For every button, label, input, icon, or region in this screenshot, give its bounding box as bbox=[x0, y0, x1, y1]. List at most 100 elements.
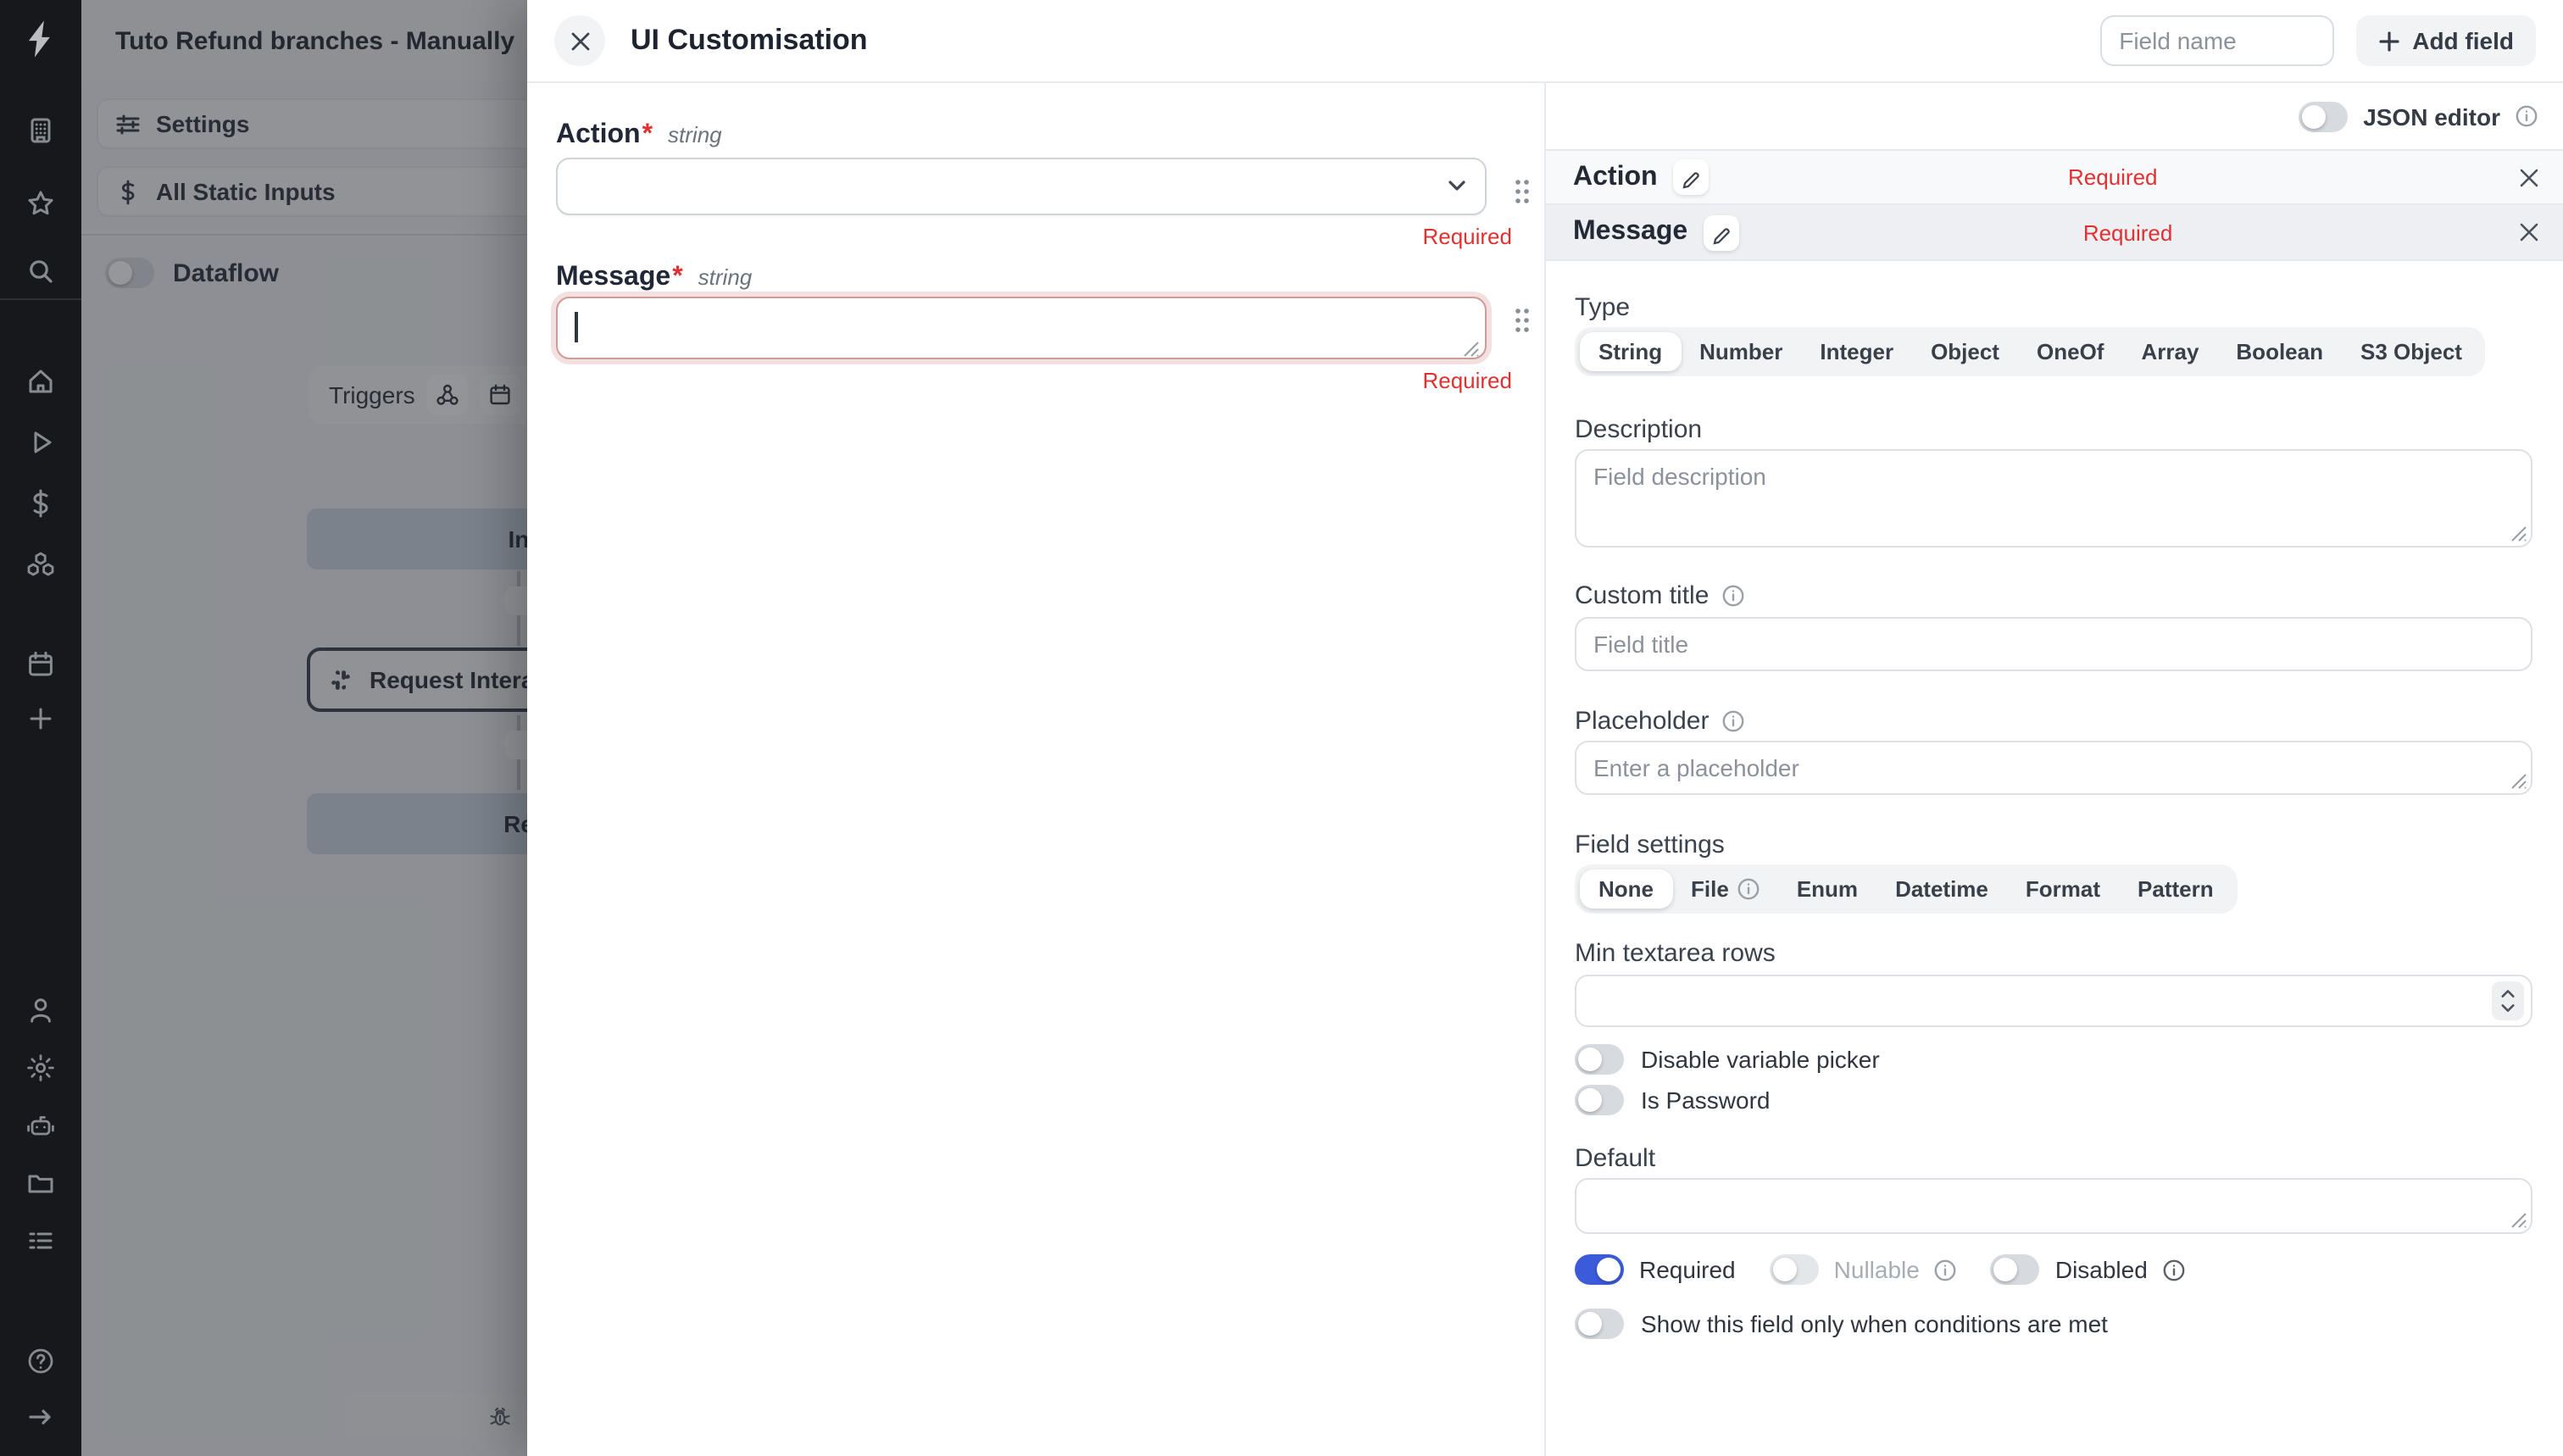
resize-handle-icon[interactable] bbox=[2510, 768, 2527, 785]
drag-handle-icon[interactable] bbox=[1514, 307, 1531, 334]
nullable-toggle[interactable] bbox=[1770, 1254, 1819, 1285]
required-toggle[interactable] bbox=[1575, 1254, 1624, 1285]
stepper-up-icon bbox=[2500, 988, 2516, 1000]
search-icon[interactable] bbox=[25, 256, 56, 286]
drag-handle-icon[interactable] bbox=[1514, 178, 1531, 205]
field-settings-segmented-control: None File Enum Datetime Format Pattern bbox=[1575, 864, 2238, 914]
custom-title-label: Custom title bbox=[1575, 581, 2531, 610]
field-setting-enum[interactable]: Enum bbox=[1778, 870, 1876, 909]
list-icon[interactable] bbox=[25, 1225, 56, 1256]
custom-title-input[interactable] bbox=[1575, 617, 2532, 671]
app-root: Tuto Refund branches - Manually Settings… bbox=[0, 0, 2563, 1456]
preview-field-action-label: Action* string bbox=[556, 120, 1544, 151]
field-settings-label: Field settings bbox=[1575, 831, 2531, 859]
conditions-toggle[interactable] bbox=[1575, 1309, 1624, 1339]
folder-icon[interactable] bbox=[25, 1168, 56, 1198]
placeholder-textarea[interactable] bbox=[1575, 741, 2532, 795]
help-icon[interactable] bbox=[25, 1346, 56, 1376]
conditions-row: Show this field only when conditions are… bbox=[1575, 1309, 2531, 1339]
profile-person-icon[interactable] bbox=[25, 995, 56, 1025]
flags-row: Required Nullable Disabled bbox=[1575, 1254, 2531, 1285]
resources-cubes-icon[interactable] bbox=[25, 549, 56, 580]
message-required-note: Required bbox=[556, 368, 1512, 393]
bot-icon[interactable] bbox=[25, 1110, 56, 1141]
field-name-input[interactable] bbox=[2100, 15, 2334, 66]
edit-field-button[interactable] bbox=[1703, 214, 1738, 250]
type-option-number[interactable]: Number bbox=[1681, 332, 1801, 371]
resize-handle-icon[interactable] bbox=[1463, 336, 1480, 353]
field-detail-form: Type String Number Integer Object OneOf … bbox=[1546, 261, 2563, 1339]
info-icon bbox=[1722, 585, 1744, 607]
json-editor-row: JSON editor bbox=[1546, 83, 2563, 149]
close-modal-button[interactable] bbox=[554, 15, 605, 66]
is-password-row: Is Password bbox=[1575, 1085, 2531, 1115]
app-sidebar bbox=[0, 0, 81, 1456]
type-option-array[interactable]: Array bbox=[2122, 332, 2217, 371]
resize-handle-icon[interactable] bbox=[2510, 520, 2527, 537]
type-option-s3-object[interactable]: S3 Object bbox=[2342, 332, 2481, 371]
modal-backdrop[interactable] bbox=[81, 0, 527, 1456]
organization-icon[interactable] bbox=[25, 115, 56, 146]
field-inspector-pane: JSON editor Action Required Message Requ… bbox=[1544, 83, 2563, 1456]
info-icon bbox=[1935, 1259, 1957, 1281]
default-textarea[interactable] bbox=[1575, 1178, 2532, 1234]
chevron-down-icon bbox=[1446, 175, 1468, 197]
field-row-action[interactable]: Action Required bbox=[1546, 149, 2563, 203]
close-icon bbox=[569, 30, 591, 52]
info-icon bbox=[2516, 105, 2538, 127]
ui-customisation-modal: UI Customisation Add field Action* strin… bbox=[527, 0, 2563, 1456]
app-logo-icon[interactable] bbox=[19, 17, 63, 61]
resize-handle-icon[interactable] bbox=[2510, 1207, 2527, 1224]
favorites-star-icon[interactable] bbox=[25, 188, 56, 219]
form-preview-pane: Action* string Required Message* string bbox=[527, 83, 1544, 1456]
type-label: Type bbox=[1575, 293, 2531, 322]
add-plus-icon[interactable] bbox=[25, 703, 56, 734]
workspace-background: Tuto Refund branches - Manually Settings… bbox=[81, 0, 527, 1456]
settings-gear-icon[interactable] bbox=[25, 1053, 56, 1083]
runs-play-icon[interactable] bbox=[25, 427, 56, 458]
type-option-integer[interactable]: Integer bbox=[1801, 332, 1912, 371]
json-editor-label: JSON editor bbox=[2363, 103, 2500, 130]
json-editor-toggle[interactable] bbox=[2299, 101, 2348, 131]
edit-field-button[interactable] bbox=[1673, 159, 1709, 195]
remove-field-icon[interactable] bbox=[2517, 165, 2541, 189]
collapse-arrow-icon[interactable] bbox=[25, 1402, 56, 1432]
type-option-string[interactable]: String bbox=[1580, 332, 1681, 371]
message-textarea-input[interactable] bbox=[556, 297, 1487, 359]
calendar-icon[interactable] bbox=[25, 649, 56, 680]
action-required-note: Required bbox=[556, 224, 1512, 249]
field-type-note: string bbox=[698, 264, 753, 290]
type-segmented-control: String Number Integer Object OneOf Array… bbox=[1575, 327, 2486, 376]
action-select-input[interactable] bbox=[556, 158, 1487, 215]
type-option-oneof[interactable]: OneOf bbox=[2018, 332, 2122, 371]
pencil-icon bbox=[1682, 168, 1700, 186]
home-icon[interactable] bbox=[25, 366, 56, 397]
info-icon bbox=[2163, 1259, 2185, 1281]
field-setting-file[interactable]: File bbox=[1672, 870, 1778, 909]
field-row-message[interactable]: Message Required bbox=[1546, 203, 2563, 261]
modal-title: UI Customisation bbox=[631, 24, 868, 58]
field-status: Required bbox=[1738, 220, 2517, 245]
field-setting-pattern[interactable]: Pattern bbox=[2119, 870, 2232, 909]
info-icon bbox=[1722, 710, 1744, 732]
type-option-object[interactable]: Object bbox=[1912, 332, 2018, 371]
required-asterisk: * bbox=[642, 120, 653, 151]
remove-field-icon[interactable] bbox=[2517, 220, 2541, 244]
stepper-down-icon bbox=[2500, 1002, 2516, 1014]
add-field-button[interactable]: Add field bbox=[2356, 15, 2536, 66]
info-icon bbox=[1737, 878, 1760, 900]
field-setting-format[interactable]: Format bbox=[2007, 870, 2119, 909]
description-label: Description bbox=[1575, 415, 2531, 444]
min-textarea-rows-input[interactable] bbox=[1575, 975, 2532, 1027]
disable-variable-picker-toggle[interactable] bbox=[1575, 1044, 1624, 1075]
field-type-note: string bbox=[668, 122, 722, 147]
pencil-icon bbox=[1711, 223, 1730, 242]
disabled-toggle[interactable] bbox=[1991, 1254, 2040, 1285]
field-setting-none[interactable]: None bbox=[1580, 870, 1672, 909]
billing-dollar-icon[interactable] bbox=[25, 488, 56, 519]
field-setting-datetime[interactable]: Datetime bbox=[1876, 870, 2007, 909]
type-option-boolean[interactable]: Boolean bbox=[2217, 332, 2342, 371]
description-textarea[interactable] bbox=[1575, 449, 2532, 547]
number-stepper[interactable] bbox=[2492, 981, 2524, 1020]
is-password-toggle[interactable] bbox=[1575, 1085, 1624, 1115]
